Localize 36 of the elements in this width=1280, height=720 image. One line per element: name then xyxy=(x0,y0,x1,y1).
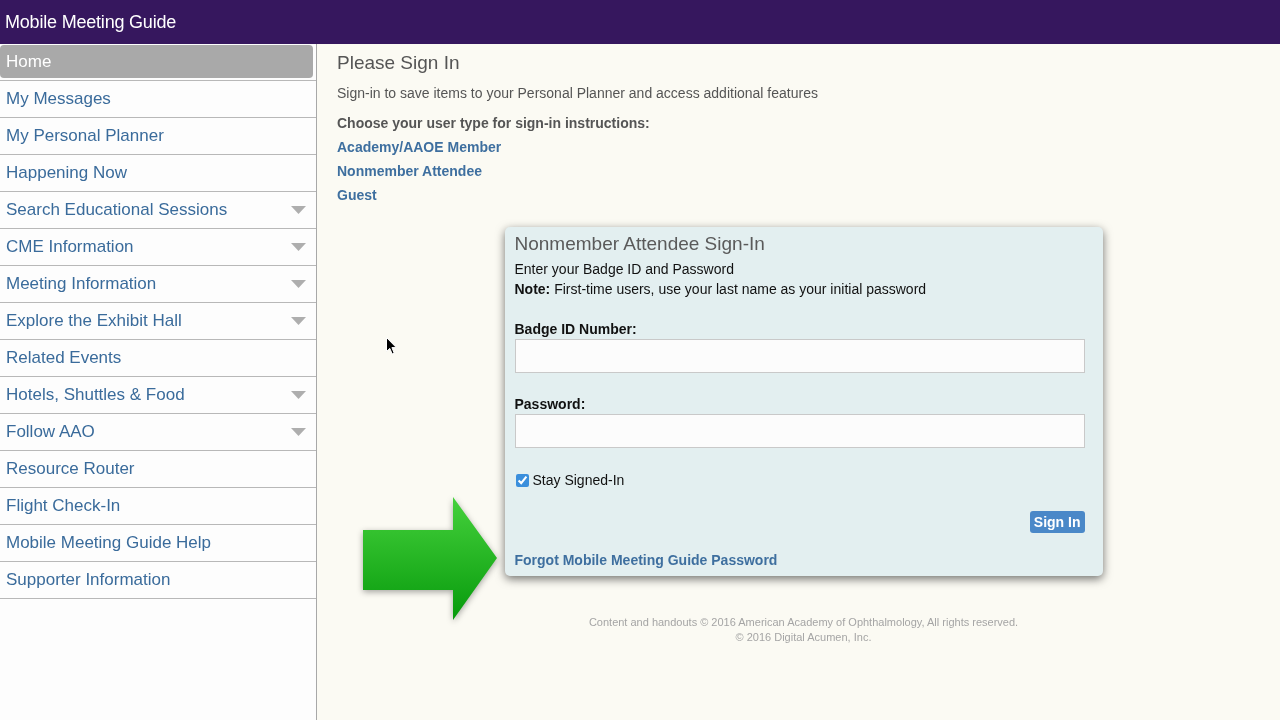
user-type-link[interactable]: Academy/AAOE Member xyxy=(337,135,502,159)
prompt-text: Choose your user type for sign-in instructions: xyxy=(337,114,650,133)
forgot-password-link[interactable]: Forgot Mobile Meeting Guide Password xyxy=(514,551,778,569)
sidebar-item[interactable]: Meeting Information xyxy=(0,267,313,300)
sidebar-item[interactable]: My Messages xyxy=(0,82,313,115)
sidebar-item[interactable]: CME Information xyxy=(0,230,313,263)
user-type-link[interactable]: Guest xyxy=(337,183,377,207)
sidebar-item[interactable]: Search Educational Sessions xyxy=(0,193,313,226)
sidebar-item[interactable]: Supporter Information xyxy=(0,563,313,596)
field-label: Badge ID Number: xyxy=(514,320,637,338)
field-label: Password: xyxy=(514,395,586,413)
panel-title: Nonmember Attendee Sign-In xyxy=(514,232,765,256)
cursor-icon xyxy=(386,337,397,355)
sidebar-item[interactable]: Resource Router xyxy=(0,452,313,485)
checkbox[interactable] xyxy=(515,473,529,487)
input-field[interactable] xyxy=(514,339,1085,373)
instruction-text: Enter your Badge ID and Password xyxy=(514,260,734,279)
arrow-icon xyxy=(363,497,497,620)
copyright-text: © 2016 Digital Acumen, Inc. xyxy=(735,630,872,645)
input-field[interactable] xyxy=(514,414,1085,448)
copyright-text: Content and handouts © 2016 American Academy of Ophthalmology, All rights reserved. xyxy=(588,615,1019,630)
sidebar-item[interactable]: Follow AAO xyxy=(0,415,313,448)
sidebar-item[interactable]: Explore the Exhibit Hall xyxy=(0,304,313,337)
sidebar-item[interactable]: Related Events xyxy=(0,341,313,374)
sidebar-item[interactable]: Mobile Meeting Guide Help xyxy=(0,526,313,559)
sign-in-button[interactable]: Sign In xyxy=(1029,511,1085,533)
page-heading: Please Sign In xyxy=(337,51,460,75)
checkbox-label: Stay Signed-In xyxy=(532,471,625,490)
description-text: Sign-in to save items to your Personal Planner and access additional features xyxy=(337,84,818,103)
app-title: Mobile Meeting Guide xyxy=(5,11,177,33)
sidebar-item[interactable]: Happening Now xyxy=(0,156,313,189)
sidebar-item[interactable]: Flight Check-In xyxy=(0,489,313,522)
note-text: Note: First-time users, use your last name as your initial password xyxy=(514,280,927,299)
sidebar-item[interactable]: Hotels, Shuttles & Food xyxy=(0,378,313,411)
sidebar-item[interactable]: My Personal Planner xyxy=(0,119,313,152)
user-type-link[interactable]: Nonmember Attendee xyxy=(337,159,482,183)
